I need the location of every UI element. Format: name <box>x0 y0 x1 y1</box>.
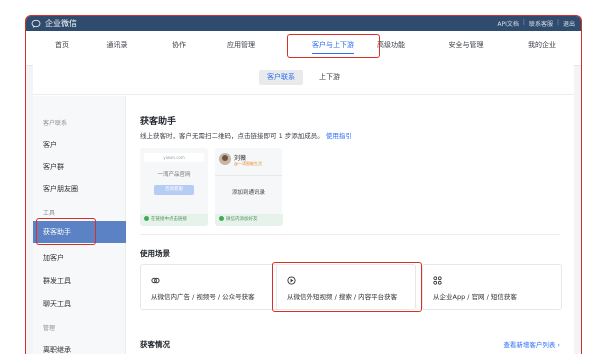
step-note-click: 在链接中点击链接 <box>140 214 208 226</box>
wecom-logo-icon <box>31 19 41 28</box>
subtab-customer-contact[interactable]: 客户联系 <box>259 70 303 85</box>
nav-advanced[interactable]: 高级功能 <box>377 40 405 50</box>
sidebar-item-customer-groups[interactable]: 客户群 <box>43 162 64 172</box>
sub-tabs: 客户联系 上下游 <box>33 60 574 95</box>
highlight-box-sidebar <box>36 218 96 245</box>
demo-illustration: yiwan.com 一湾产品官网 咨询客服 在链接中点击链接 刘薇 @一湾智能生… <box>140 148 283 228</box>
website-preview-card: yiwan.com 一湾产品官网 咨询客服 在链接中点击链接 <box>140 148 208 226</box>
app-title: 企业微信 <box>45 19 77 28</box>
check-icon <box>219 216 224 221</box>
site-name: 一湾产品官网 <box>157 172 191 178</box>
sidebar-item-add-customer[interactable]: 加客户 <box>43 253 64 263</box>
nav-collaboration[interactable]: 协作 <box>172 40 186 50</box>
divider <box>140 234 560 235</box>
divider <box>215 175 282 176</box>
step-note-text: 微信内添加好友 <box>226 217 258 222</box>
customer-service-link[interactable]: 联系客服 <box>529 19 553 28</box>
top-links: API文档 | 联系客服 | 退出 <box>497 19 575 28</box>
sidebar-item-moments[interactable]: 客户朋友圈 <box>43 184 78 194</box>
add-to-contacts-preview: 添加到通讯录 <box>231 190 265 196</box>
usage-guide-link[interactable]: 使用指引 <box>326 132 352 140</box>
logout-link[interactable]: 退出 <box>563 19 575 28</box>
sidebar-item-resigned-inheritance[interactable]: 离职继承 <box>43 345 71 354</box>
scenes-title: 使用场景 <box>140 249 170 258</box>
scene-card-company-app[interactable]: 从企业App / 官网 / 短信获客 <box>422 264 562 310</box>
nav-contacts[interactable]: 通讯录 <box>107 40 128 50</box>
api-docs-link[interactable]: API文档 <box>497 19 519 28</box>
page-title: 获客助手 <box>140 117 177 127</box>
main-content: 获客助手 线上获客时，客户无需扫二维码，点击链接即可 1 步添加成员。 使用指引… <box>126 96 574 354</box>
scene-label: 从微信内广告 / 视频号 / 公众号获客 <box>151 293 255 301</box>
description-text: 线上获客时，客户无需扫二维码，点击链接即可 1 步添加成员。 <box>140 132 324 140</box>
nav-my-company[interactable]: 我的企业 <box>528 40 556 50</box>
consult-button-preview: 咨询客服 <box>154 185 194 195</box>
nav-home[interactable]: 首页 <box>55 40 69 50</box>
sidebar: 客户联系 客户 客户群 客户朋友圈 工具 获客助手 加客户 群发工具 聊天工具 … <box>33 96 126 354</box>
view-new-customers-link[interactable]: 查看新增客户列表 › <box>503 339 560 349</box>
sidebar-group-tools: 工具 <box>43 210 56 217</box>
highlight-box-nav <box>287 34 380 58</box>
sidebar-item-chat-tools[interactable]: 聊天工具 <box>43 299 71 309</box>
contact-company: @一湾智能生活 <box>234 161 262 166</box>
apps-icon <box>433 276 442 285</box>
avatar <box>219 153 231 165</box>
check-icon <box>144 216 149 221</box>
contact-preview-card: 刘薇 @一湾智能生活 添加到通讯录 微信内添加好友 <box>215 148 283 226</box>
divider: | <box>556 19 559 26</box>
content-panel: 客户联系 上下游 客户联系 客户 客户群 客户朋友圈 工具 获客助手 加客户 群… <box>33 60 574 354</box>
url-bar: yiwan.com <box>144 153 204 162</box>
highlight-box-scene <box>272 262 422 312</box>
scene-card-wechat-ads[interactable]: 从微信内广告 / 视频号 / 公众号获客 <box>140 264 280 310</box>
sidebar-group-customer-contact: 客户联系 <box>43 120 68 127</box>
step-note-add: 微信内添加好友 <box>215 214 283 226</box>
stats-title: 获客情况 <box>140 340 170 349</box>
page-description: 线上获客时，客户无需扫二维码，点击链接即可 1 步添加成员。 使用指引 <box>140 130 352 140</box>
subtab-upstream[interactable]: 上下游 <box>311 70 348 85</box>
topbar: 企业微信 API文档 | 联系客服 | 退出 <box>26 16 581 31</box>
app-window: 企业微信 API文档 | 联系客服 | 退出 首页 通讯录 协作 应用管理 客户… <box>25 15 582 354</box>
scene-label: 从企业App / 官网 / 短信获客 <box>433 293 517 301</box>
app-logo[interactable]: 企业微信 <box>31 18 77 29</box>
nav-app-management[interactable]: 应用管理 <box>227 40 255 50</box>
link-icon <box>151 277 160 284</box>
sidebar-group-management: 管理 <box>43 325 56 332</box>
divider: | <box>522 19 525 26</box>
nav-security[interactable]: 安全与管理 <box>449 40 484 50</box>
sidebar-item-customers[interactable]: 客户 <box>43 140 57 150</box>
sidebar-item-mass-messaging[interactable]: 群发工具 <box>43 276 71 286</box>
step-note-text: 在链接中点击链接 <box>151 217 187 222</box>
